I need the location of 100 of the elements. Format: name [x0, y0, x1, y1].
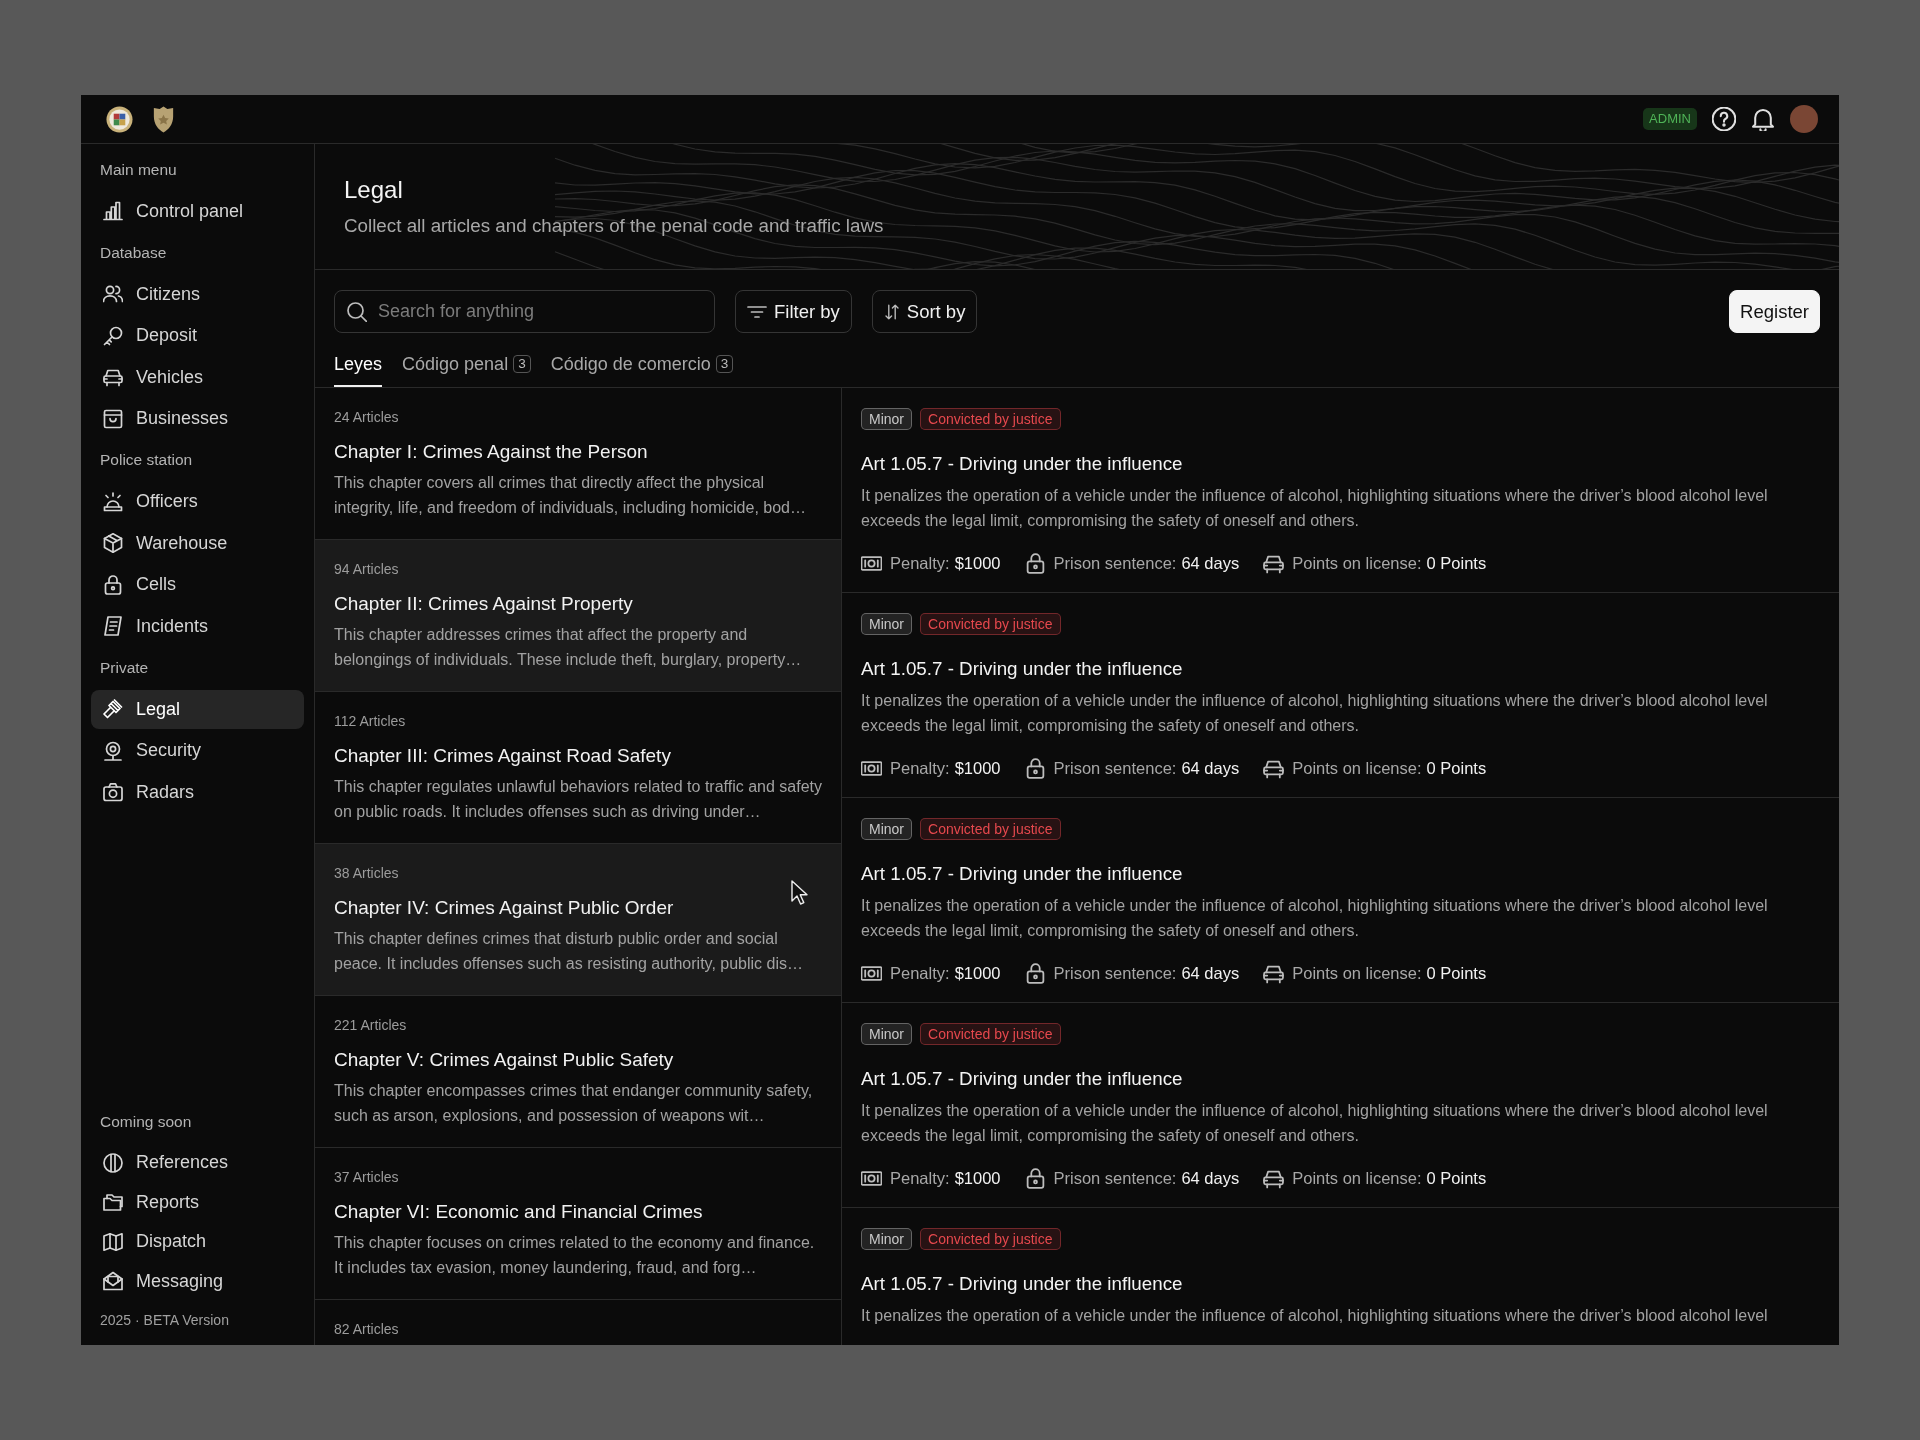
register-button[interactable]: Register	[1729, 290, 1820, 333]
sidebar-item[interactable]: Reports	[91, 1183, 304, 1221]
map-icon	[103, 1231, 123, 1252]
sidebar-item[interactable]: Control panel	[91, 191, 304, 231]
detail-label: Prison sentence:	[1053, 758, 1177, 778]
detail-label: Points on license:	[1292, 553, 1422, 573]
key-icon	[103, 325, 123, 346]
seal-icon	[106, 105, 133, 133]
sidebar-item[interactable]: Security	[91, 731, 304, 770]
detail-label: Points on license:	[1292, 758, 1422, 778]
article-count: 82 Articles	[334, 1320, 400, 1338]
sidebar-item[interactable]: Warehouse	[91, 523, 304, 563]
article-title: Art 1.05.7 - Driving under the influence	[861, 1272, 1184, 1296]
sidebar-item[interactable]: References	[91, 1144, 304, 1181]
article-title: Art 1.05.7 - Driving under the influence	[861, 452, 1184, 476]
chapter-item[interactable]: 221 Articles Chapter V: Crimes Against Public Safety This chapter encompasses crimes that endanger community safety, such as arson, explosions, and possession of weapons wit…	[315, 996, 841, 1148]
lock-icon	[1024, 757, 1046, 779]
sidebar-item[interactable]: Citizens	[91, 274, 304, 314]
count-badge: 3	[715, 355, 734, 373]
tab[interactable]: Código penal 3	[402, 345, 531, 387]
detail-label: Points on license:	[1292, 1168, 1422, 1188]
tab[interactable]: Código de comercio 3	[550, 345, 734, 387]
mouse-pointer-icon	[791, 880, 808, 905]
sidebar-item[interactable]: Deposit	[91, 316, 304, 355]
page-subtitle: Collect all articles and chapters of the penal code and traffic laws	[344, 214, 884, 238]
chapter-title: Chapter VI: Economic and Financial Crimes	[334, 1200, 704, 1224]
article-count: 221 Articles	[334, 1016, 408, 1034]
lock-icon	[1024, 1167, 1046, 1189]
sidebar-item[interactable]: Officers	[91, 482, 304, 521]
detail-value: 0 Points	[1426, 963, 1487, 983]
chapter-item[interactable]: 37 Articles Chapter VI: Economic and Financial Crimes This chapter focuses on crimes related to the economy and finance. It includes tax evasion, money laundering, fraud, and forg…	[315, 1148, 841, 1300]
detail-label: Prison sentence:	[1053, 553, 1177, 573]
search-field[interactable]: Search for anything	[334, 290, 715, 333]
section-heading: Coming soon	[99, 1112, 193, 1132]
sidebar-item[interactable]: Messaging	[91, 1262, 304, 1300]
tag: Convicted by justice	[920, 1023, 1061, 1045]
chapter-description: This chapter addresses crimes that affect the property and belongings of individuals. These include theft, burglary, property…	[334, 625, 803, 670]
siren-icon	[103, 491, 123, 512]
detail-value: 0 Points	[1426, 1168, 1487, 1188]
article-count: 38 Articles	[334, 864, 400, 882]
tag: Convicted by justice	[920, 818, 1061, 840]
detail-value: 0 Points	[1426, 553, 1487, 573]
article-description: It penalizes the operation of a vehicle under the influence of alcohol, highlighting situations where the driver’s blood alcohol level exceeds the legal limit, compromising the safety of oneself and others.	[861, 486, 1769, 531]
contrast-icon	[103, 1152, 123, 1173]
sidebar-item[interactable]: Cells	[91, 565, 304, 604]
sort-button[interactable]: Sort by	[871, 290, 978, 333]
bell-icon	[1751, 107, 1775, 131]
article-title: Art 1.05.7 - Driving under the influence	[861, 657, 1184, 681]
detail-label: Points on license:	[1292, 963, 1422, 983]
chapter-title: Chapter I: Crimes Against the Person	[334, 440, 649, 464]
sidebar-item[interactable]: Legal	[91, 689, 304, 729]
filter-button[interactable]: Filter by	[735, 290, 852, 333]
role-badge: ADMIN	[1643, 108, 1697, 130]
help-button[interactable]	[1712, 107, 1736, 131]
camera-icon	[103, 782, 123, 802]
chapter-description: This chapter covers all crimes that directly affect the physical integrity, life, and freedom of individuals, including homicide, bod…	[334, 473, 807, 518]
tab[interactable]: Leyes	[334, 345, 383, 387]
article-count: 94 Articles	[334, 560, 400, 578]
users-icon	[103, 284, 123, 304]
detail-label: Penalty:	[890, 758, 950, 778]
section-heading: Private	[99, 657, 150, 678]
tag: Minor	[861, 1228, 912, 1250]
sort-icon	[883, 303, 900, 320]
chapter-description: This chapter defines crimes that disturb public order and social peace. It includes offenses such as resisting authority, public dis…	[334, 929, 804, 974]
chapter-item[interactable]: 82 Articles	[315, 1300, 841, 1345]
detail-label: Prison sentence:	[1053, 963, 1177, 983]
search-icon	[347, 301, 367, 322]
document-icon	[103, 616, 123, 636]
tag: Convicted by justice	[920, 408, 1061, 430]
gavel-icon	[103, 699, 123, 719]
article-description: It penalizes the operation of a vehicle under the influence of alcohol, highlighting situations where the driver’s blood alcohol level exceeds the legal limit, compromising the safety of oneself and others.	[861, 896, 1769, 941]
section-heading: Police station	[99, 450, 194, 470]
article-count: 112 Articles	[334, 712, 407, 730]
sidebar-item[interactable]: Businesses	[91, 399, 304, 438]
sidebar-item[interactable]: Dispatch	[91, 1223, 304, 1260]
sidebar-item[interactable]: Incidents	[91, 606, 304, 646]
detail-label: Penalty:	[890, 963, 950, 983]
tag: Convicted by justice	[920, 1228, 1061, 1250]
count-badge: 3	[513, 355, 531, 373]
version-label: 2025 · BETA Version	[99, 1311, 230, 1330]
chapter-item[interactable]: 94 Articles Chapter II: Crimes Against Property This chapter addresses crimes that affect the property and belongings of individuals. These include theft, burglary, property…	[315, 540, 841, 692]
avatar[interactable]	[1790, 105, 1818, 133]
folders-icon	[103, 1192, 123, 1212]
section-heading: Database	[99, 242, 168, 263]
detail-value: 64 days	[1181, 963, 1240, 983]
notifications-button[interactable]	[1751, 107, 1775, 131]
article-title: Art 1.05.7 - Driving under the influence	[861, 1067, 1184, 1091]
lock-icon	[1024, 962, 1046, 984]
sidebar-item[interactable]: Vehicles	[91, 357, 304, 397]
tag: Minor	[861, 613, 912, 635]
detail-value: $1000	[954, 758, 1001, 778]
sidebar-item[interactable]: Radars	[91, 772, 304, 812]
chapter-description: This chapter focuses on crimes related to the economy and finance. It includes tax evasion, money laundering, fraud, and forg…	[334, 1233, 816, 1278]
chapter-title: Chapter IV: Crimes Against Public Order	[334, 896, 675, 920]
chapter-title: Chapter V: Crimes Against Public Safety	[334, 1048, 675, 1072]
article-count: 24 Articles	[334, 408, 400, 426]
chapter-item[interactable]: 38 Articles Chapter IV: Crimes Against Public Order This chapter defines crimes that disturb public order and social peace. It includes offenses such as resisting authority, public dis…	[315, 844, 841, 996]
article-description: It penalizes the operation of a vehicle under the influence of alcohol, highlighting situations where the driver’s blood alcohol level	[861, 1306, 1769, 1326]
page-title: Legal	[344, 175, 403, 205]
detail-value: 64 days	[1181, 758, 1240, 778]
